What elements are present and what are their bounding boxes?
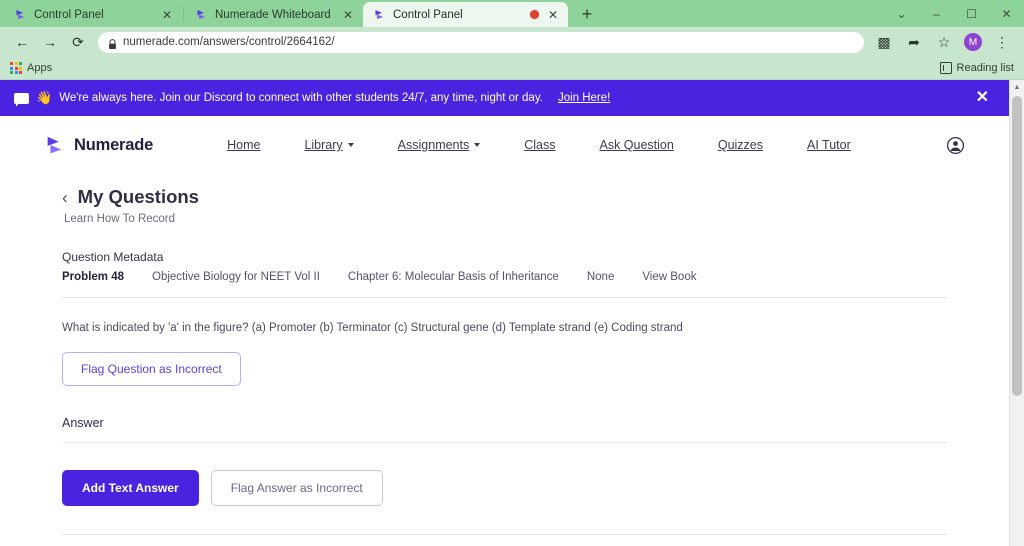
nav-item-label: Assignments [397,138,470,152]
avatar[interactable]: M [964,33,982,51]
page-subtitle[interactable]: Learn How To Record [64,213,947,225]
back-icon[interactable]: ← [8,28,36,56]
numerade-favicon-icon [14,8,27,21]
page-title: My Questions [77,186,199,207]
apps-grid-icon [10,62,22,74]
site-navbar: Numerade Home Library Assignments Class … [0,116,1009,174]
flag-question-wrapper: Flag Question as Incorrect [62,352,947,387]
nav-item-class[interactable]: Class [502,138,577,152]
window-controls: ⌄ – ☐ ✕ [884,0,1024,27]
metadata-problem-number: Problem 48 [62,271,124,283]
tab-title: Numerade Whiteboard [215,8,331,21]
answer-divider [62,442,947,444]
address-bar[interactable]: numerade.com/answers/control/2664162/ [98,31,864,53]
discord-join-link[interactable]: Join Here! [558,92,610,104]
add-text-answer-button[interactable]: Add Text Answer [62,470,199,507]
answer-actions: Add Text Answer Flag Answer as Incorrect [62,470,947,507]
browser-tab[interactable]: Control Panel ✕ [4,2,182,27]
nav-item-label: Ask Question [599,138,674,152]
reading-list-icon [939,62,952,74]
scrollbar-thumb[interactable] [1012,96,1022,396]
toolbar-right-actions: ▩ ➦ ☆ M ⋮ [870,28,1016,56]
three-dots-icon[interactable]: ⋮ [988,28,1016,56]
page-scrollbar[interactable]: ▲ [1009,80,1024,546]
discord-banner: 👋 We're always here. Join our Discord to… [0,80,1009,116]
browser-window: Control Panel ✕ Numerade Whiteboard ✕ Co… [0,0,1024,546]
tab-title: Control Panel [393,8,463,21]
address-bar-url: numerade.com/answers/control/2664162/ [123,36,335,48]
back-chevron-icon[interactable]: ‹ [62,189,68,206]
chevron-down-icon [474,143,481,147]
numerade-favicon-icon [195,8,208,21]
nav-item-quizzes[interactable]: Quizzes [696,138,785,152]
forward-icon[interactable]: → [36,28,64,56]
main-content: ‹ My Questions Learn How To Record Quest… [0,186,1009,546]
nav-item-label: Home [227,138,261,152]
question-text: What is indicated by 'a' in the figure? … [62,322,683,334]
metadata-section: None [586,271,615,283]
close-icon[interactable]: ✕ [989,0,1024,27]
discord-banner-message: We're always here. Join our Discord to c… [59,92,543,104]
maximize-icon[interactable]: ☐ [954,0,989,27]
page-viewport: 👋 We're always here. Join our Discord to… [0,80,1024,546]
wave-hand-icon: 👋 [36,90,53,105]
tab-strip: Control Panel ✕ Numerade Whiteboard ✕ Co… [0,0,1024,27]
numerade-favicon-icon [373,8,386,21]
reload-icon[interactable]: ⟳ [64,28,92,56]
tab-close-icon[interactable]: ✕ [341,8,355,22]
question-metadata-label: Question Metadata [62,250,164,264]
metadata-divider [62,297,947,298]
message-bubble-icon [14,92,29,104]
flag-question-button[interactable]: Flag Question as Incorrect [62,352,241,387]
star-icon[interactable]: ☆ [930,28,958,56]
nav-item-ask-question[interactable]: Ask Question [578,138,696,152]
nav-item-label: AI Tutor [807,138,851,152]
browser-tab-active[interactable]: Control Panel ✕ [363,2,568,27]
answer-section-title: Answer [62,416,104,431]
chevron-down-icon[interactable]: ⌄ [884,0,919,27]
chevron-down-icon [347,143,354,147]
metadata-chapter: Chapter 6: Molecular Basis of Inheritanc… [347,271,559,283]
question-metadata-row: Problem 48 Objective Biology for NEET Vo… [62,271,947,283]
page-header: ‹ My Questions [62,186,947,208]
nav-item-ai-tutor[interactable]: AI Tutor [785,138,873,152]
numerade-logo[interactable]: Numerade [44,134,153,156]
reading-list-button[interactable]: Reading list [939,62,1014,74]
banner-close-icon[interactable]: ✕ [976,90,989,106]
metadata-view-book-link[interactable]: View Book [642,271,696,283]
nav-item-library[interactable]: Library [282,138,375,152]
bookmark-apps-label[interactable]: Apps [27,62,52,74]
nav-links: Home Library Assignments Class Ask Quest… [205,138,873,152]
tab-close-icon[interactable]: ✕ [160,8,174,22]
minimize-icon[interactable]: – [919,0,954,27]
browser-tab[interactable]: Numerade Whiteboard ✕ [185,2,363,27]
nav-item-home[interactable]: Home [205,138,282,152]
camera-icon[interactable]: ▩ [870,28,898,56]
reading-list-label: Reading list [956,62,1014,74]
numerade-page: 👋 We're always here. Join our Discord to… [0,80,1009,546]
browser-toolbar: ← → ⟳ numerade.com/answers/control/26641… [0,27,1024,57]
share-icon[interactable]: ➦ [900,28,928,56]
numerade-mark-icon [47,136,62,154]
new-tab-button[interactable]: + [574,2,600,26]
account-circle-icon[interactable] [946,136,965,155]
tab-divider [183,7,184,22]
tab-close-icon[interactable]: ✕ [546,8,560,22]
metadata-book-title: Objective Biology for NEET Vol II [152,271,320,283]
brand-name: Numerade [74,135,154,154]
tab-title: Control Panel [34,8,104,21]
nav-item-assignments[interactable]: Assignments [376,138,503,152]
nav-item-label: Quizzes [717,138,763,152]
recording-divider [62,534,947,536]
bookmarks-bar: Apps Reading list [0,57,1024,80]
flag-answer-button[interactable]: Flag Answer as Incorrect [210,470,383,507]
lock-icon [108,37,117,49]
tab-recording-indicator-icon [530,10,539,19]
nav-item-label: Library [304,138,343,152]
scrollbar-up-arrow-icon[interactable]: ▲ [1010,80,1024,95]
nav-item-label: Class [524,138,556,152]
